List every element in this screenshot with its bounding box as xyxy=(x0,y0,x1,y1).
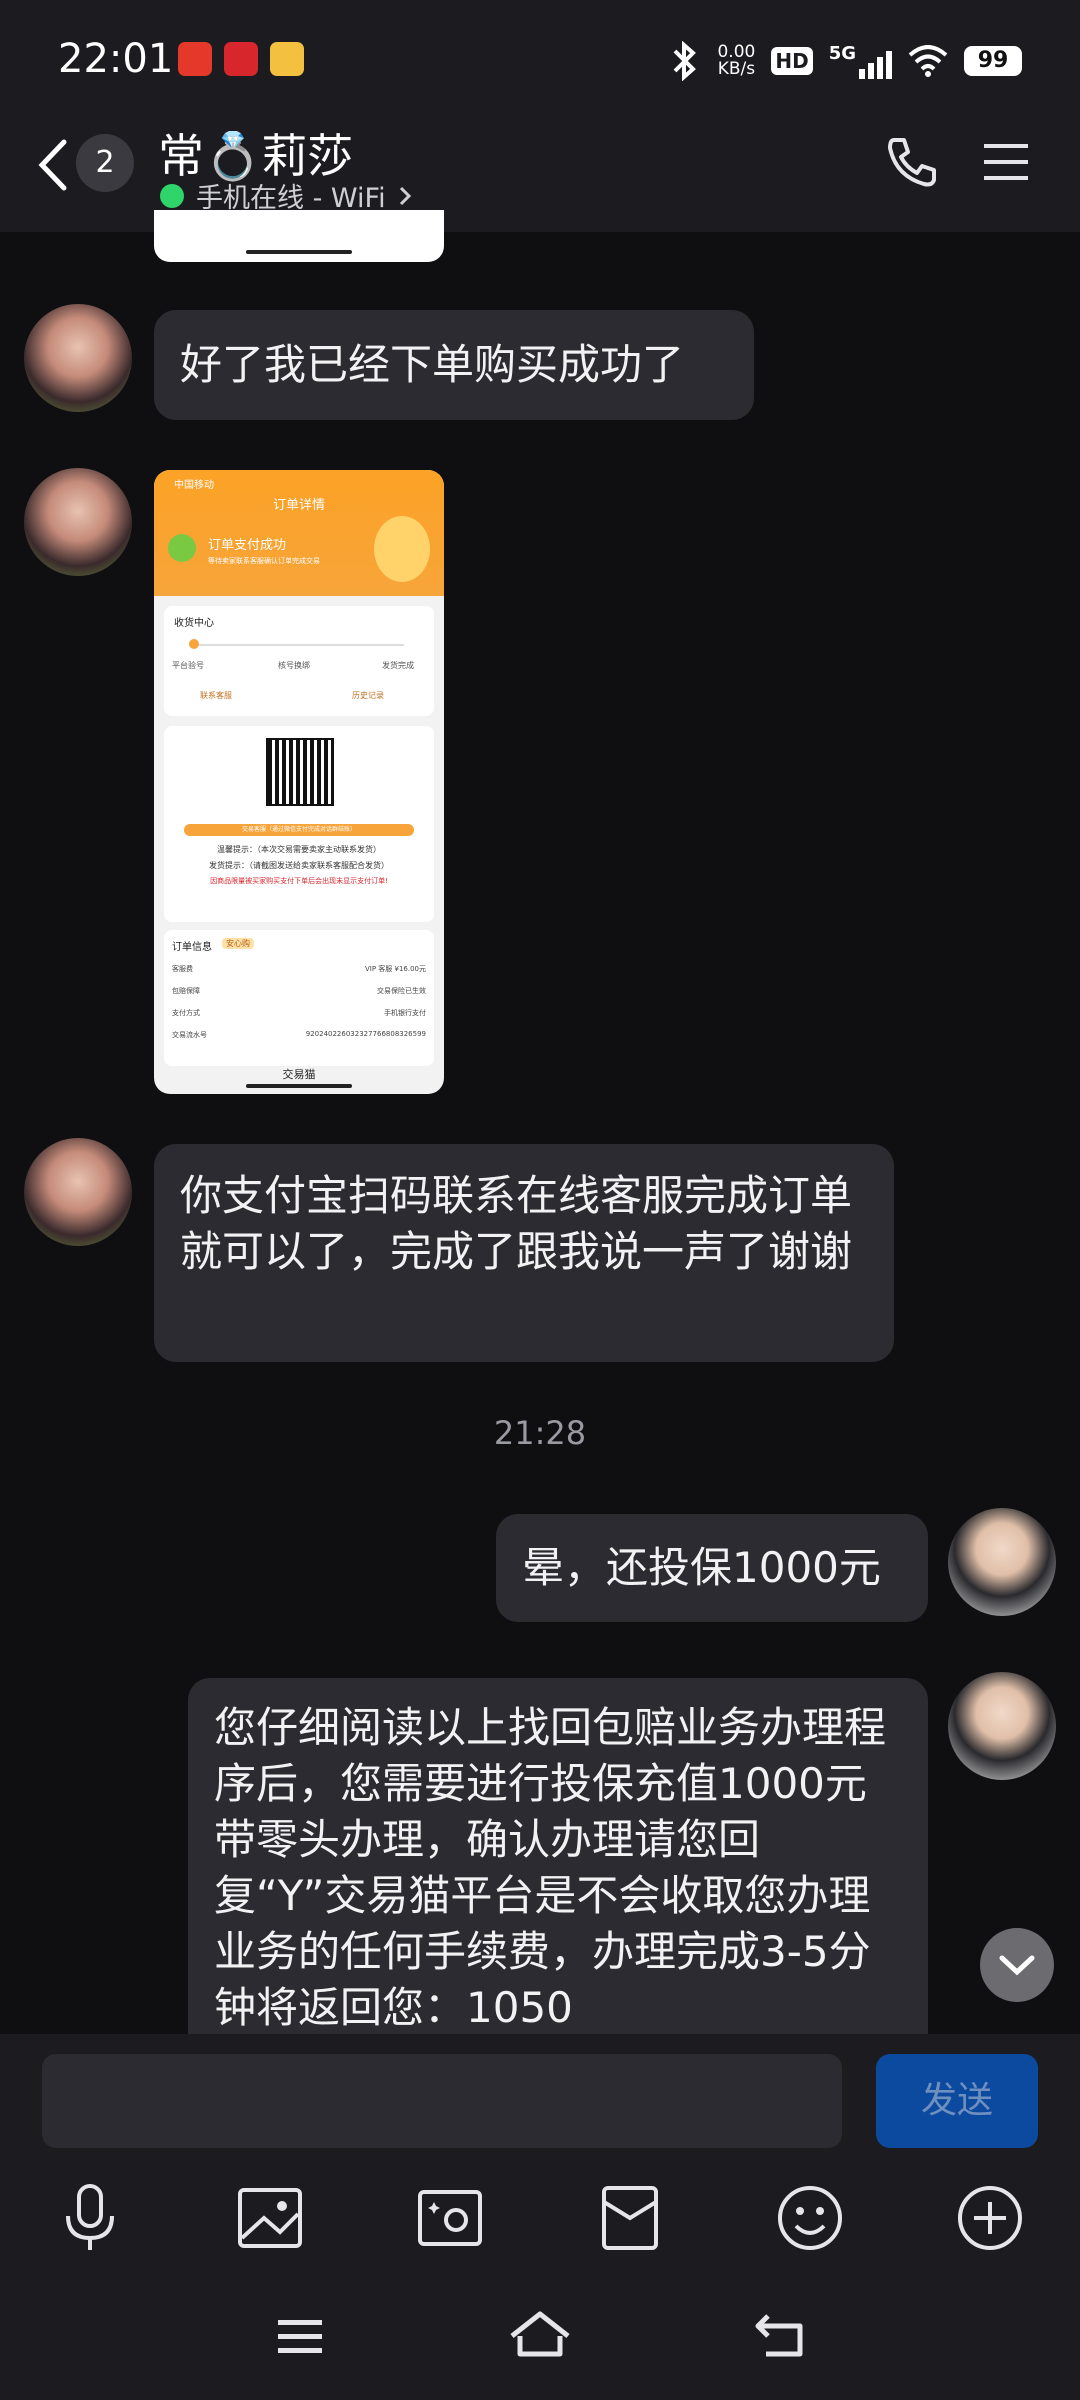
receive-center-card: 收货中心 平台验号 核号换绑 发货完成 联系客服 历史记录 xyxy=(164,606,434,716)
previous-image-message[interactable] xyxy=(154,210,444,262)
message-bubble-outgoing[interactable]: 晕，还投保1000元 xyxy=(496,1514,928,1622)
mascot-cat-icon xyxy=(374,516,430,582)
message-text: 晕，还投保1000元 xyxy=(522,1543,881,1592)
taobao-app-icon xyxy=(178,42,212,76)
chevron-right-icon xyxy=(399,186,411,205)
home-icon[interactable] xyxy=(500,2306,580,2366)
back-nav-icon[interactable] xyxy=(740,2306,820,2366)
net-speed: 0.00 KB/s xyxy=(717,42,756,79)
unread-badge[interactable]: 2 xyxy=(76,134,134,192)
send-button[interactable]: 发送 xyxy=(876,2054,1038,2148)
self-avatar[interactable] xyxy=(948,1672,1056,1780)
message-text: 你支付宝扫码联系在线客服完成订单就可以了，完成了跟我说一声了谢谢 xyxy=(180,1171,853,1276)
chevron-down-icon xyxy=(999,1955,1035,1976)
bluetooth-icon xyxy=(674,41,697,81)
success-check-icon xyxy=(168,534,196,562)
wifi-icon xyxy=(908,45,948,77)
message-bubble[interactable]: 你支付宝扫码联系在线客服完成订单就可以了，完成了跟我说一声了谢谢 xyxy=(154,1144,894,1362)
camera-icon[interactable] xyxy=(410,2178,490,2258)
jd-app-icon xyxy=(224,42,258,76)
phone-call-icon[interactable] xyxy=(884,134,940,190)
recent-apps-icon[interactable] xyxy=(260,2306,340,2366)
contact-avatar[interactable] xyxy=(24,468,132,576)
screenshot-header: 中国移动 订单详情 订单支付成功 等待卖家联系客服确认订单完成交易 xyxy=(154,470,444,596)
status-icons: 0.00 KB/s HD 5G 99 xyxy=(667,38,1022,84)
red-packet-icon[interactable] xyxy=(590,2178,670,2258)
menu-icon[interactable] xyxy=(982,140,1030,184)
message-bubble[interactable]: 好了我已经下单购买成功了 xyxy=(154,310,754,420)
back-arrow-icon[interactable] xyxy=(34,138,70,192)
online-dot-icon xyxy=(160,183,184,208)
brand-label: 交易猫 xyxy=(282,1068,316,1081)
message-text: 您仔细阅读以上找回包赔业务办理程序后，您需要进行投保充值1000元带零头办理，确… xyxy=(214,1703,887,2032)
message-text: 好了我已经下单购买成功了 xyxy=(180,340,685,389)
time-divider: 21:28 xyxy=(493,1414,587,1452)
self-avatar[interactable] xyxy=(948,1508,1056,1616)
message-bubble-outgoing[interactable]: 您仔细阅读以上找回包赔业务办理程序后，您需要进行投保充值1000元带零头办理，确… xyxy=(188,1678,928,2058)
qr-code-icon xyxy=(266,738,334,806)
hd-icon: HD xyxy=(771,47,813,75)
order-screenshot-image[interactable]: 中国移动 订单详情 订单支付成功 等待卖家联系客服确认订单完成交易 收货中心 平… xyxy=(154,470,444,1094)
status-time: 22:01 xyxy=(58,36,174,82)
signal-icon: 5G xyxy=(829,43,892,79)
plus-icon[interactable] xyxy=(950,2178,1030,2258)
emoji-icon[interactable] xyxy=(770,2178,850,2258)
scroll-to-bottom-button[interactable] xyxy=(980,1928,1054,2002)
battery-icon: 99 xyxy=(964,46,1022,76)
contact-avatar[interactable] xyxy=(24,1138,132,1246)
message-input[interactable] xyxy=(42,2054,842,2148)
order-info-card: 订单信息 安心购 客服费 VIP 客服 ¥16.00元 包赔保障 交易保险已生效… xyxy=(164,930,434,1066)
microphone-icon[interactable] xyxy=(50,2178,130,2258)
app-notification-icon xyxy=(270,42,304,76)
photo-album-icon[interactable] xyxy=(230,2178,310,2258)
qr-code-card: 交易客服（通过微信支付完成对话群结账） 温馨提示：（本次交易需要卖家主动联系发货… xyxy=(164,726,434,922)
contact-avatar[interactable] xyxy=(24,304,132,412)
